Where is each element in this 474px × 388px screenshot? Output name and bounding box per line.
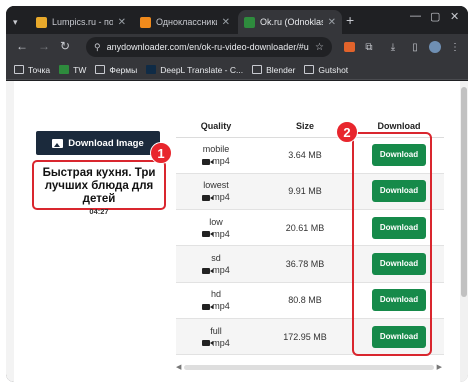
image-icon: [52, 138, 64, 148]
format-label: mp4: [212, 301, 230, 312]
scroll-right-icon[interactable]: ▶: [437, 363, 442, 371]
bookmark-label: Точка: [28, 64, 51, 75]
bookmark-tochka[interactable]: Точка: [14, 65, 50, 75]
site-info-icon[interactable]: ⚲: [94, 42, 101, 53]
anydownloader-favicon-icon: [244, 16, 255, 28]
page-content: Download Image Быстрая кухня. Три лучших…: [14, 81, 460, 382]
tab-title: Ok.ru (Odnoklassnik: [260, 17, 323, 27]
new-tab-button[interactable]: +: [346, 12, 354, 28]
size-value: 9.91 MB: [256, 173, 354, 211]
folder-icon: [252, 65, 263, 74]
vertical-scrollbar[interactable]: [460, 81, 468, 382]
folder-icon: [304, 65, 315, 74]
quality-label: full: [210, 325, 222, 336]
bookmark-label: Blender: [266, 64, 296, 75]
format-label: mp4: [212, 192, 230, 203]
video-info-highlight: Быстрая кухня. Три лучших блюда для дете…: [32, 160, 166, 216]
close-window-icon[interactable]: ✕: [450, 10, 459, 23]
ok-favicon-icon: [140, 16, 151, 28]
quality-label: hd: [210, 289, 221, 300]
scrollbar-thumb[interactable]: [184, 365, 434, 370]
size-value: 172.95 MB: [256, 318, 354, 356]
download-image-label: Download Image: [68, 137, 144, 149]
download-image-button[interactable]: Download Image: [36, 131, 160, 155]
size-value: 20.61 MB: [256, 209, 354, 247]
size-value: 3.64 MB: [256, 137, 354, 174]
video-camera-icon: [202, 267, 214, 274]
quality-label: sd: [211, 253, 221, 264]
video-camera-icon: [202, 303, 214, 310]
bookmark-fermy[interactable]: Фермы: [95, 65, 137, 75]
folder-icon: [95, 65, 106, 74]
maximize-icon[interactable]: ▢: [430, 10, 440, 23]
forward-icon[interactable]: →: [38, 39, 50, 53]
quality-label: mobile: [202, 144, 230, 155]
address-bar[interactable]: ⚲ anydownloader.com/en/ok-ru-video-downl…: [86, 37, 332, 57]
step-badge-2: 2: [336, 121, 358, 143]
browser-window: ▾ Lumpics.ru - помощ ✕ Одноклассники ✕ O…: [6, 6, 468, 382]
bookmark-label: Фермы: [109, 64, 138, 75]
size-value: 36.78 MB: [256, 245, 354, 283]
format-label: mp4: [212, 156, 230, 167]
close-icon[interactable]: ✕: [222, 17, 230, 28]
bookmark-star-icon[interactable]: ☆: [315, 42, 324, 53]
tab-title: Одноклассники: [156, 17, 217, 27]
quality-label: lowest: [203, 180, 229, 191]
format-label: mp4: [212, 265, 230, 276]
tab-search-button[interactable]: ▾: [10, 10, 28, 34]
tab-odnoklassniki[interactable]: Одноклассники ✕: [134, 10, 236, 34]
bookmark-blender[interactable]: Blender: [252, 65, 295, 75]
tab-lumpics[interactable]: Lumpics.ru - помощ ✕: [30, 10, 132, 34]
folder-icon: [14, 65, 24, 74]
tab-title: Lumpics.ru - помощ: [52, 17, 113, 27]
tab-ok-downloader[interactable]: Ok.ru (Odnoklassnik ✕: [238, 10, 342, 34]
step-badge-1: 1: [150, 142, 172, 164]
size-value: 80.8 MB: [256, 282, 354, 319]
minimize-icon[interactable]: —: [410, 10, 421, 22]
bookmark-gutshot[interactable]: Gutshot: [304, 65, 348, 75]
video-title: Быстрая кухня. Три лучших блюда для дете…: [42, 167, 156, 205]
page-viewport: Download Image Быстрая кухня. Три лучших…: [6, 81, 468, 382]
chevron-down-icon: ▾: [13, 16, 18, 27]
video-camera-icon: [202, 340, 214, 347]
bookmarks-bar: Точка TW Фермы DeepL Translate - C... Bl…: [6, 60, 468, 80]
video-camera-icon: [202, 231, 214, 238]
lumpics-favicon-icon: [36, 16, 47, 28]
bookmark-tw[interactable]: TW: [59, 65, 86, 75]
bookmark-label: TW: [73, 64, 87, 75]
back-icon[interactable]: ←: [16, 39, 28, 53]
tw-icon: [59, 65, 70, 74]
video-camera-icon: [202, 195, 214, 202]
profile-avatar[interactable]: [428, 40, 442, 54]
downloads-icon[interactable]: ⤓: [386, 40, 400, 54]
puzzle-icon[interactable]: ⧉: [362, 40, 376, 54]
scroll-left-icon[interactable]: ◀: [176, 363, 181, 371]
url-text: anydownloader.com/en/ok-ru-video-downloa…: [106, 42, 310, 52]
format-label: mp4: [212, 228, 230, 239]
deepl-icon: [146, 65, 157, 74]
scrollbar-thumb[interactable]: [461, 87, 467, 297]
menu-icon[interactable]: ⋮: [448, 40, 462, 54]
video-duration: 04:27: [89, 207, 109, 216]
reload-icon[interactable]: ↻: [60, 39, 70, 53]
close-icon[interactable]: ✕: [118, 17, 126, 28]
bookmark-label: Gutshot: [318, 64, 349, 75]
quality-label: low: [209, 216, 223, 227]
bookmark-deepl[interactable]: DeepL Translate - C...: [146, 65, 243, 75]
column-header-quality: Quality: [176, 115, 256, 138]
format-label: mp4: [212, 337, 230, 348]
toolbar: ← → ↻ ⚲ anydownloader.com/en/ok-ru-video…: [6, 34, 468, 60]
bookmark-label: DeepL Translate - C...: [160, 64, 244, 75]
video-camera-icon: [202, 158, 214, 165]
tab-strip: ▾ Lumpics.ru - помощ ✕ Одноклассники ✕ O…: [6, 6, 468, 34]
extension-icon[interactable]: [342, 40, 356, 54]
download-column-highlight: [352, 132, 432, 356]
horizontal-scrollbar[interactable]: ◀ ▶: [174, 363, 444, 371]
sidebar-icon[interactable]: ▯: [408, 40, 422, 54]
close-icon[interactable]: ✕: [328, 17, 336, 28]
